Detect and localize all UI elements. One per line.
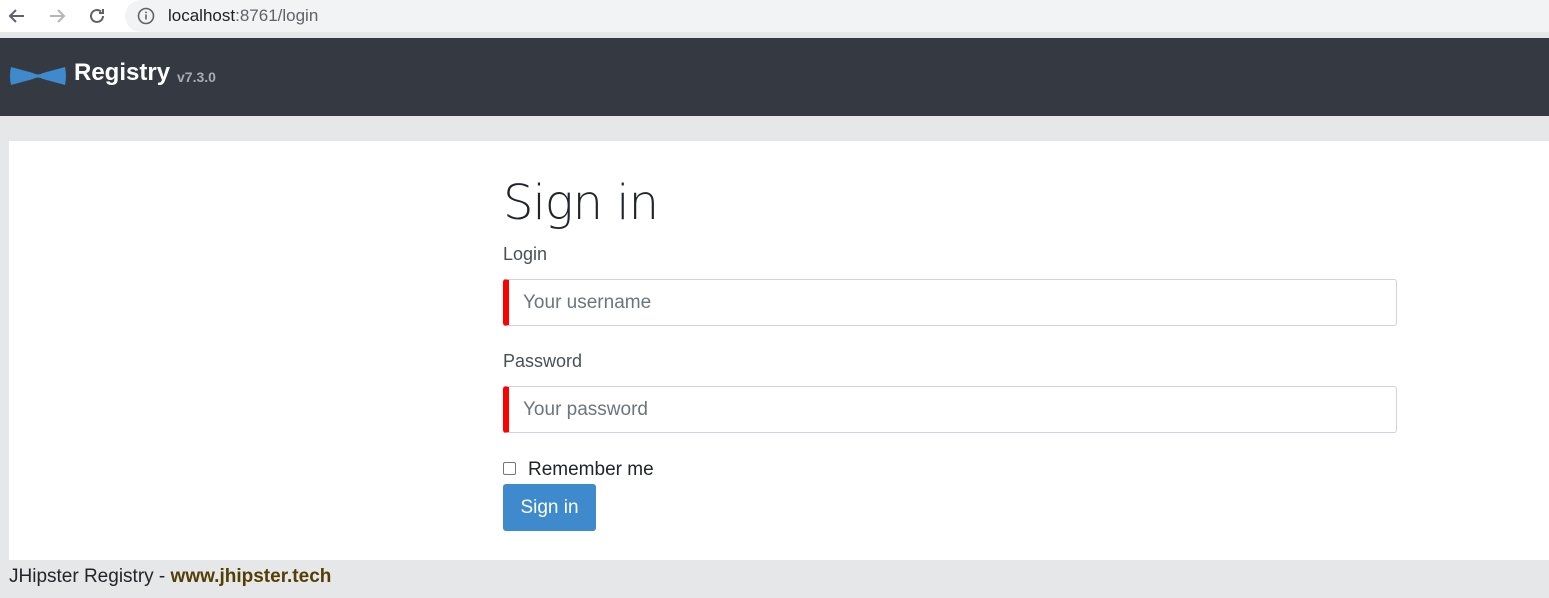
password-label: Password xyxy=(503,351,583,371)
back-button[interactable] xyxy=(5,4,29,28)
page-title: Sign in xyxy=(503,175,659,231)
footer-link[interactable]: www.jhipster.tech xyxy=(171,566,332,587)
url-path: :8761/login xyxy=(235,6,319,25)
info-icon[interactable] xyxy=(137,7,155,25)
footer-text: JHipster Registry xyxy=(9,566,154,587)
brand-title[interactable]: Registry xyxy=(74,59,170,87)
sign-in-button[interactable]: Sign in xyxy=(503,484,596,531)
footer-separator: - xyxy=(153,566,171,587)
password-input[interactable] xyxy=(503,386,1397,433)
forward-button[interactable] xyxy=(45,4,69,28)
url-host: localhost xyxy=(168,6,236,25)
browser-toolbar: localhost:8761/login xyxy=(0,0,1549,32)
reload-button[interactable] xyxy=(85,4,109,28)
username-field-wrap xyxy=(503,279,1397,326)
bowtie-logo-icon[interactable] xyxy=(9,64,67,88)
username-input[interactable] xyxy=(503,279,1397,326)
app-navbar: Registry v7.3.0 xyxy=(0,38,1549,116)
footer: JHipster Registry - www.jhipster.tech xyxy=(9,566,331,588)
main-card: Sign in Login Password Remember me Sign … xyxy=(9,141,1549,560)
address-bar[interactable]: localhost:8761/login xyxy=(125,0,1549,32)
remember-me-checkbox[interactable] xyxy=(503,462,516,475)
arrow-left-icon xyxy=(8,9,24,23)
remember-me-row: Remember me xyxy=(503,459,654,481)
password-field-wrap xyxy=(503,386,1397,433)
reload-icon xyxy=(90,8,104,23)
arrow-right-icon xyxy=(50,9,66,23)
login-label: Login xyxy=(503,244,548,264)
brand-version: v7.3.0 xyxy=(177,69,216,85)
url-text[interactable]: localhost:8761/login xyxy=(168,6,318,26)
remember-me-label[interactable]: Remember me xyxy=(528,459,654,481)
